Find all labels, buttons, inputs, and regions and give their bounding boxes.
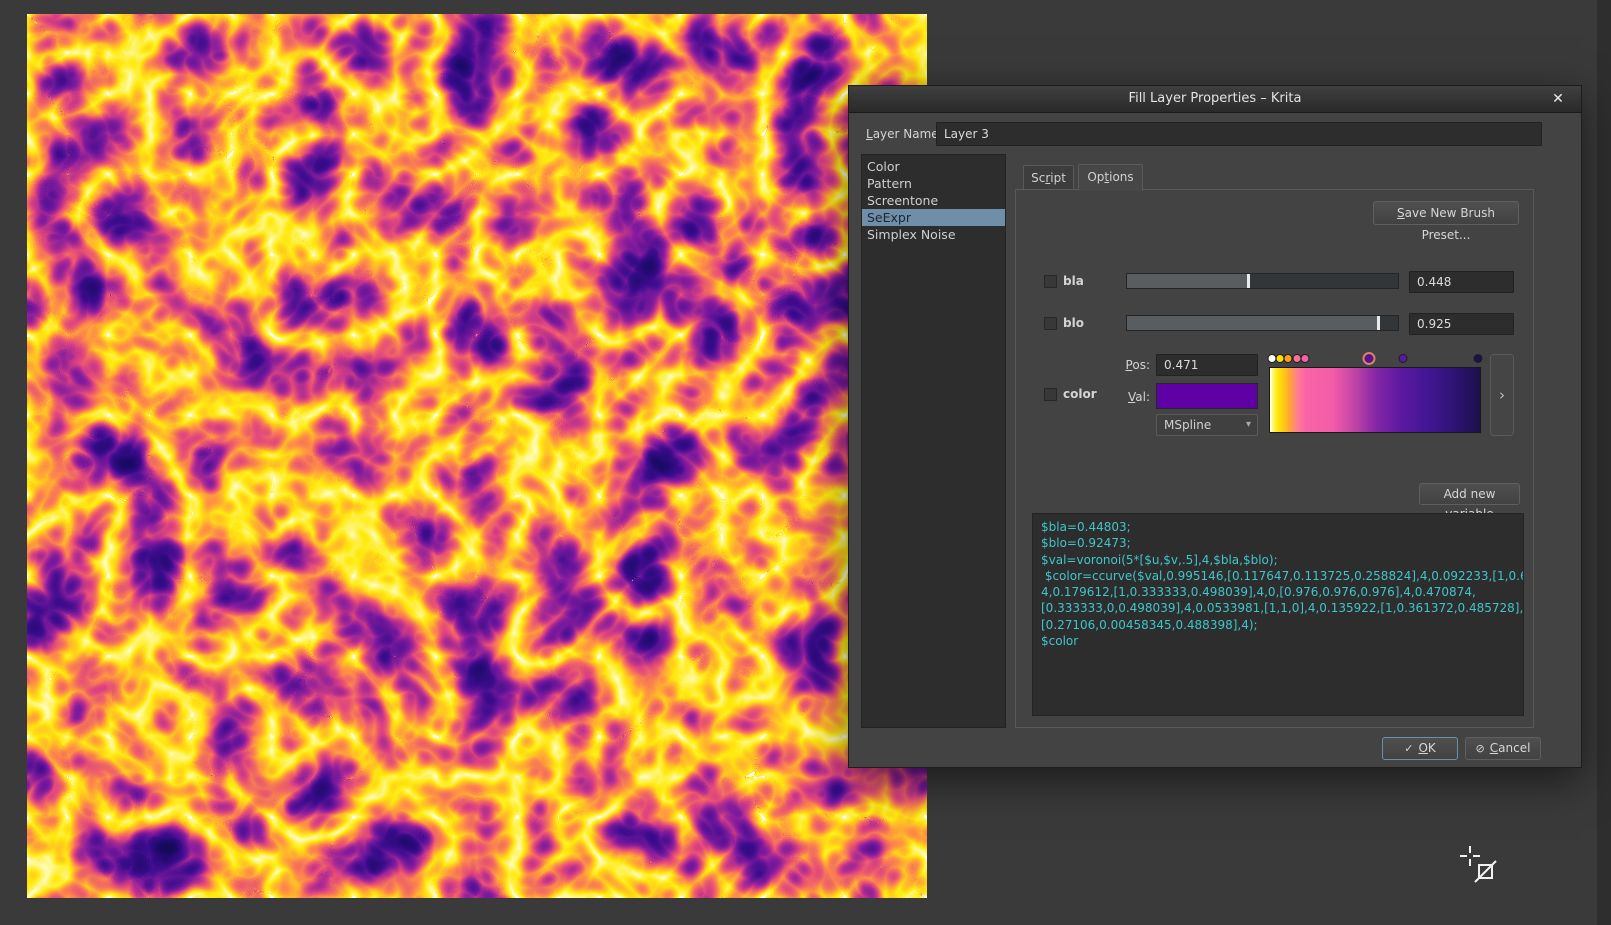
val-label: Val: bbox=[1120, 390, 1150, 404]
val-color-swatch[interactable] bbox=[1156, 383, 1258, 409]
blo-label: blo bbox=[1063, 316, 1084, 330]
fill-layer-properties-dialog: Fill Layer Properties – Krita ✕ Layer Na… bbox=[848, 85, 1582, 768]
script-line: $blo=0.92473; bbox=[1041, 535, 1515, 551]
list-item-color[interactable]: Color bbox=[862, 158, 1005, 175]
color-label: color bbox=[1063, 387, 1097, 401]
script-line: $val=voronoi(5*[$u,$v,.5],4,$bla,$blo); bbox=[1041, 552, 1515, 568]
add-new-variable-button[interactable]: Add new variable bbox=[1419, 483, 1520, 505]
list-item-pattern[interactable]: Pattern bbox=[862, 175, 1005, 192]
close-icon[interactable]: ✕ bbox=[1545, 86, 1571, 112]
ok-button[interactable]: ✓OK bbox=[1382, 737, 1458, 760]
dialog-titlebar[interactable]: Fill Layer Properties – Krita ✕ bbox=[849, 86, 1581, 113]
cancel-icon: ⊘ bbox=[1476, 742, 1485, 755]
interpolation-value: MSpline bbox=[1164, 418, 1211, 432]
canvas-image[interactable] bbox=[27, 14, 927, 898]
blo-slider-handle[interactable] bbox=[1377, 316, 1380, 330]
list-item-seexpr[interactable]: SeExpr bbox=[862, 209, 1005, 226]
bla-value[interactable]: 0.448 bbox=[1409, 271, 1514, 293]
script-line: [0.333333,0,0.498039],4,0.0533981,[1,1,0… bbox=[1041, 600, 1515, 616]
blo-slider-fill bbox=[1127, 316, 1378, 330]
list-item-screentone[interactable]: Screentone bbox=[862, 192, 1005, 209]
script-line: $color bbox=[1041, 633, 1515, 649]
krita-workspace: Fill Layer Properties – Krita ✕ Layer Na… bbox=[0, 0, 1611, 925]
options-pane: Save New Brush Preset... bla 0.448 blo 0… bbox=[1015, 189, 1534, 728]
seexpr-script-box[interactable]: $bla=0.44803; $blo=0.92473; $val=voronoi… bbox=[1032, 513, 1524, 716]
gradient-stop[interactable] bbox=[1398, 354, 1407, 363]
script-line: [0.27106,0.00458345,0.488398],4); bbox=[1041, 617, 1515, 633]
dialog-title: Fill Layer Properties – Krita bbox=[1129, 91, 1302, 106]
interpolation-dropdown[interactable]: MSpline ▾ bbox=[1156, 414, 1258, 436]
pos-value[interactable]: 0.471 bbox=[1156, 354, 1258, 376]
gradient-stop-selected[interactable] bbox=[1362, 352, 1375, 365]
bla-slider[interactable] bbox=[1126, 273, 1399, 289]
crosshair-cursor bbox=[1457, 843, 1499, 885]
gradient-stops-row bbox=[1269, 352, 1481, 365]
check-icon: ✓ bbox=[1404, 742, 1413, 755]
color-checkbox[interactable] bbox=[1044, 388, 1057, 401]
bla-label: bla bbox=[1063, 274, 1084, 288]
script-line: 4,0.179612,[1,0.333333,0.498039],4,0,[0.… bbox=[1041, 584, 1515, 600]
gradient-expand-button[interactable]: › bbox=[1490, 354, 1514, 436]
blo-slider[interactable] bbox=[1126, 315, 1399, 331]
cancel-button[interactable]: ⊘Cancel bbox=[1465, 737, 1541, 760]
bla-slider-handle[interactable] bbox=[1247, 274, 1250, 288]
pos-label: Pos: bbox=[1120, 358, 1150, 372]
generator-list: Color Pattern Screentone SeExpr Simplex … bbox=[861, 154, 1006, 728]
script-line: $bla=0.44803; bbox=[1041, 519, 1515, 535]
layer-name-label: Layer Name: bbox=[866, 127, 943, 141]
chevron-down-icon: ▾ bbox=[1246, 415, 1251, 435]
workspace-edge bbox=[1597, 0, 1611, 925]
script-line: $color=ccurve($val,0.995146,[0.117647,0.… bbox=[1041, 568, 1515, 584]
layer-name-input[interactable] bbox=[936, 122, 1542, 146]
gradient-stop[interactable] bbox=[1301, 354, 1310, 363]
bla-slider-fill bbox=[1127, 274, 1248, 288]
gradient-strip[interactable] bbox=[1269, 367, 1481, 433]
blo-checkbox[interactable] bbox=[1044, 317, 1057, 330]
seexpr-noise-pattern bbox=[27, 14, 927, 898]
gradient-stop[interactable] bbox=[1473, 354, 1482, 363]
blo-value[interactable]: 0.925 bbox=[1409, 313, 1514, 335]
save-new-brush-preset-button[interactable]: Save New Brush Preset... bbox=[1373, 201, 1519, 225]
tab-script[interactable]: Script bbox=[1023, 165, 1074, 190]
tab-options[interactable]: Options bbox=[1078, 164, 1143, 191]
list-item-simplex-noise[interactable]: Simplex Noise bbox=[862, 226, 1005, 243]
bla-checkbox[interactable] bbox=[1044, 275, 1057, 288]
